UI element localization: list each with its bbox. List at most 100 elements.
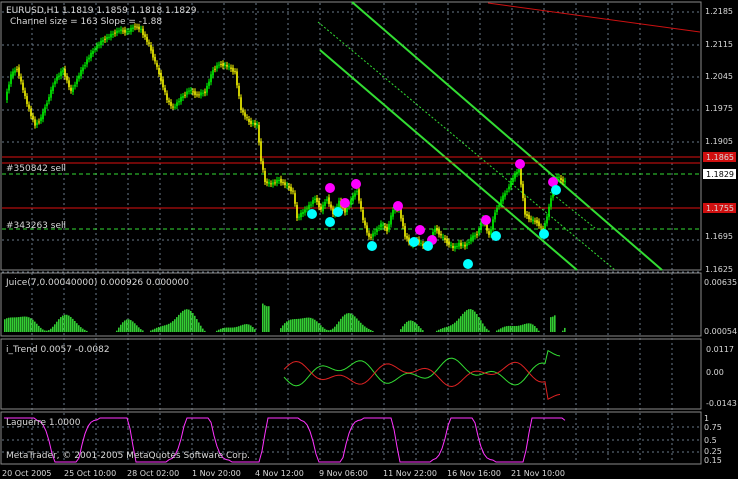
buy-signal-marker[interactable] (551, 185, 561, 195)
juice-bar (4, 319, 6, 332)
juice-bar (48, 330, 50, 332)
regression-channel[interactable] (317, 1, 663, 271)
juice-bar (516, 325, 518, 332)
candle-body (256, 123, 258, 126)
main-price-panel[interactable] (0, 1, 702, 271)
juice-bar (142, 330, 144, 332)
juice-bar (332, 328, 334, 332)
juice-bar (52, 326, 54, 332)
candle-body (298, 216, 300, 218)
candle-body (110, 33, 112, 38)
juice-bar (248, 324, 250, 332)
buy-signal-marker[interactable] (539, 229, 549, 239)
buy-signal-marker[interactable] (307, 209, 317, 219)
juice-bar (232, 327, 234, 332)
juice-bar (12, 317, 14, 332)
candle-body (212, 70, 214, 76)
juice-bar (156, 327, 158, 332)
price-tag-order: 1.1755 (706, 204, 734, 213)
juice-bar (40, 327, 42, 332)
candle-body (100, 40, 102, 46)
candle-body (156, 63, 158, 67)
candle-body (22, 82, 24, 90)
candle-body (546, 216, 548, 224)
buy-signal-marker[interactable] (491, 231, 501, 241)
juice-bar (126, 319, 128, 332)
buy-signal-marker[interactable] (423, 241, 433, 251)
candle-body (62, 70, 64, 73)
candle-body (152, 49, 154, 58)
sell-signal-marker[interactable] (340, 198, 350, 208)
juice-bar (464, 311, 466, 332)
symbol-header: EURUSD,H1 1.1819 1.1859 1.1818 1.1829 (6, 6, 197, 16)
juice-bar (346, 313, 348, 332)
juice-bar (182, 310, 184, 332)
juice-bar (480, 320, 482, 332)
juice-bar (66, 314, 68, 332)
candle-body (260, 141, 262, 162)
candle-body (548, 206, 550, 218)
sell-signal-marker[interactable] (515, 159, 525, 169)
juice-bar (6, 318, 8, 332)
juice-bar (130, 320, 132, 332)
price-tag-order: 1.1865 (706, 153, 734, 162)
juice-bar (178, 314, 180, 332)
buy-signal-marker[interactable] (333, 207, 343, 217)
buy-signal-marker[interactable] (409, 237, 419, 247)
candle-body (550, 198, 552, 207)
trend-line[interactable] (487, 2, 701, 33)
candle-body (150, 45, 152, 51)
buy-signal-marker[interactable] (463, 259, 473, 269)
juice-bar (42, 329, 44, 332)
sell-signal-marker[interactable] (393, 201, 403, 211)
chart-canvas[interactable]: EURUSD,H1 1.1819 1.1859 1.1818 1.1829 Ch… (0, 0, 738, 479)
sell-signal-marker[interactable] (415, 225, 425, 235)
candle-body (224, 64, 226, 66)
candle-body (78, 75, 80, 79)
order-levels[interactable] (2, 156, 700, 230)
candle-body (208, 81, 210, 86)
juice-bar (224, 327, 226, 332)
juice-bar (294, 319, 296, 332)
juice-bar (176, 317, 178, 332)
juice-bar (356, 318, 358, 332)
grid-lines (2, 3, 700, 463)
channel-mid-line[interactable] (317, 21, 616, 271)
juice-bar (10, 317, 12, 332)
juice-bar (292, 319, 294, 332)
candle-body (276, 179, 278, 184)
juice-bar (60, 317, 62, 332)
candle-body (376, 229, 378, 232)
juice-bar (220, 328, 222, 332)
price-tick: 1.2185 (705, 7, 733, 16)
juice-bar (76, 323, 78, 332)
candle-body (34, 119, 36, 126)
candle-body (450, 244, 452, 246)
candle-body (240, 97, 242, 110)
candle-body (292, 190, 294, 192)
candle-body (92, 51, 94, 54)
juice-bar (124, 320, 126, 332)
candle-body (502, 195, 504, 202)
juice-bar (352, 314, 354, 332)
juice-bar (72, 318, 74, 332)
juice-bar (152, 329, 154, 332)
buy-signal-marker[interactable] (325, 217, 335, 227)
candle-body (226, 64, 228, 67)
juice-bar (416, 323, 418, 332)
juice-bar (536, 328, 538, 332)
sell-signal-marker[interactable] (351, 179, 361, 189)
candle-body (318, 200, 320, 208)
buy-signal-marker[interactable] (367, 241, 377, 251)
juice-histogram (4, 303, 566, 332)
juice-bar (530, 323, 532, 332)
sell-signal-marker[interactable] (481, 215, 491, 225)
juice-bar (364, 326, 366, 332)
channel-upper-line[interactable] (351, 1, 663, 271)
sell-signal-marker[interactable] (325, 183, 335, 193)
juice-bar (450, 325, 452, 332)
candle-body (306, 208, 308, 210)
candle-body (214, 68, 216, 70)
juice-bar (38, 325, 40, 332)
candle-body (56, 76, 58, 81)
